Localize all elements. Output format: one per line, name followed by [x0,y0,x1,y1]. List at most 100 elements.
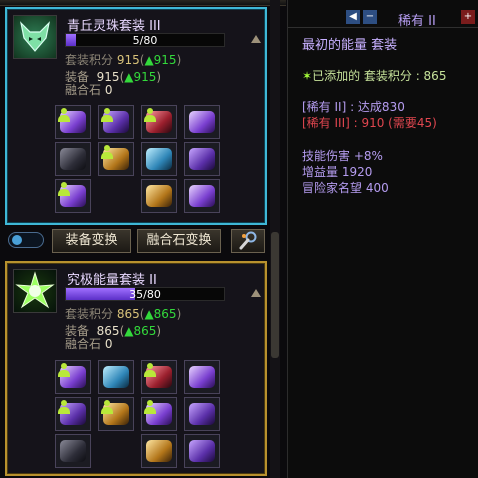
set-points-label: 套装积分 [65,53,114,67]
equipment-slot[interactable] [98,397,134,431]
equipment-grid [55,105,220,213]
equipment-slot[interactable] [184,142,220,176]
collapse-arrow-icon[interactable] [251,289,261,297]
set-points-label: 套装积分 [65,307,114,321]
equipment-slot[interactable] [184,179,220,213]
equip-value: 865 [96,324,120,338]
set-stats: 装备 865(▲865) 融合石 0 [65,324,162,351]
equip-label: 装备 [65,70,90,84]
tooltip-effect-line: 增益量 1920 [302,165,373,179]
tooltip-rarity: 稀有 II [398,14,436,29]
stone-switch-button[interactable]: 融合石变换 [137,229,221,253]
equipment-slot[interactable] [98,105,134,139]
equipment-slot-empty [98,434,134,468]
equipment-item-icon [189,148,215,170]
tooltip-tier-achieved: [稀有 II] : 达成830 [302,100,405,114]
wearer-icon [58,400,70,414]
wearer-icon [144,400,156,414]
wearer-icon [101,108,113,122]
plus-icon: + [463,11,473,22]
energy-burst-icon [13,269,57,313]
tooltip-header: ◀ − 稀有 II + [288,0,478,29]
equipment-slot[interactable] [141,397,177,431]
sparkle-icon: ✶ [302,69,313,83]
equipment-item-icon [189,403,215,425]
stone-label: 融合石 [65,83,102,97]
collapse-arrow-icon[interactable] [251,35,261,43]
set-progress-bar: 35/80 [65,287,225,301]
caret-left-icon: ◀ [349,11,357,22]
equipment-slot[interactable] [184,397,220,431]
equipment-slot[interactable] [55,142,91,176]
equip-bonus: ▲865 [124,324,157,338]
set-progress-text: 5/80 [132,34,158,47]
set-title: 青丘灵珠套装 III [67,19,161,34]
set-list-scrollbar[interactable] [270,0,280,478]
equipment-slot[interactable] [98,360,134,394]
tooltip-body: 最初的能量 套装 ✶已添加的 套装积分 : 865 [稀有 II] : 达成83… [302,38,478,196]
tooltip-effect-line: 技能伤害 +8% [302,149,383,163]
set-stats: 装备 915(▲915) 融合石 0 [65,70,162,97]
prev-tier-button[interactable]: ◀ [346,10,360,24]
equipment-grid [55,360,220,468]
equipment-slot[interactable] [55,105,91,139]
tooltip-tier-next: [稀有 III] : 910 (需要45) [302,116,437,130]
set-points-value: 915 [116,53,140,67]
equipment-item-icon [146,185,172,207]
equipment-slot[interactable] [141,434,177,468]
tooltip-effects: 技能伤害 +8% 增益量 1920 冒险家名望 400 [302,148,478,196]
equipment-item-icon [103,366,129,388]
minus-icon: − [365,11,375,22]
wearer-icon [58,182,70,196]
equipment-item-icon [189,366,215,388]
set-card-ultimate-energy[interactable]: 究极能量套装 II 35/80 套装积分 865(▲865) 装备 865(▲8… [5,261,267,476]
set-toggle-switch[interactable] [8,232,44,248]
set-progress-text: 35/80 [129,288,161,301]
stone-label: 融合石 [65,337,102,351]
equipment-item-icon [189,185,215,207]
minus-button[interactable]: − [363,10,377,24]
tooltip-added-points: ✶已添加的 套装积分 : 865 [302,68,478,84]
set-card-qingqiu[interactable]: 青丘灵珠套装 III 5/80 套装积分 915(▲915) 装备 915(▲9… [5,7,267,225]
equipment-slot[interactable] [141,179,177,213]
set-points-bonus: ▲915 [144,53,177,67]
set-progress-bar: 5/80 [65,33,225,47]
set-points: 套装积分 865(▲865) [65,307,182,321]
equipment-item-icon [146,148,172,170]
equip-switch-button[interactable]: 装备变换 [52,229,131,253]
equipment-slot[interactable] [55,360,91,394]
set-title: 究极能量套装 II [67,273,157,288]
wrench-icon [239,231,257,250]
equipment-item-icon [60,148,86,170]
fox-head-icon [13,15,57,59]
set-points: 套装积分 915(▲915) [65,53,182,67]
equipment-slot[interactable] [141,360,177,394]
equipment-slot[interactable] [184,434,220,468]
equipment-slot[interactable] [141,105,177,139]
stone-value: 0 [104,83,113,97]
scrollbar-thumb[interactable] [271,232,279,358]
panel-top-edge [0,0,286,6]
equipment-slot[interactable] [141,142,177,176]
equipment-item-icon [189,111,215,133]
equip-bonus: ▲915 [124,70,157,84]
wearer-icon [101,145,113,159]
tooltip-added-label: 已添加的 套装积分 : 865 [312,69,447,83]
equip-label: 装备 [65,324,90,338]
set-tooltip: ◀ − 稀有 II + 最初的能量 套装 ✶已添加的 套装积分 : 865 [稀… [287,0,478,478]
equipment-slot[interactable] [55,434,91,468]
equipment-item-icon [189,440,215,462]
equipment-slot[interactable] [55,179,91,213]
set-points-value: 865 [116,307,140,321]
equipment-slot[interactable] [98,142,134,176]
set-points-bonus: ▲865 [144,307,177,321]
settings-button[interactable] [231,229,265,253]
wearer-icon [58,363,70,377]
plus-button[interactable]: + [461,10,475,24]
wearer-icon [101,400,113,414]
equipment-item-icon [60,440,86,462]
equipment-slot[interactable] [184,360,220,394]
equipment-slot[interactable] [55,397,91,431]
equipment-slot[interactable] [184,105,220,139]
wearer-icon [144,108,156,122]
